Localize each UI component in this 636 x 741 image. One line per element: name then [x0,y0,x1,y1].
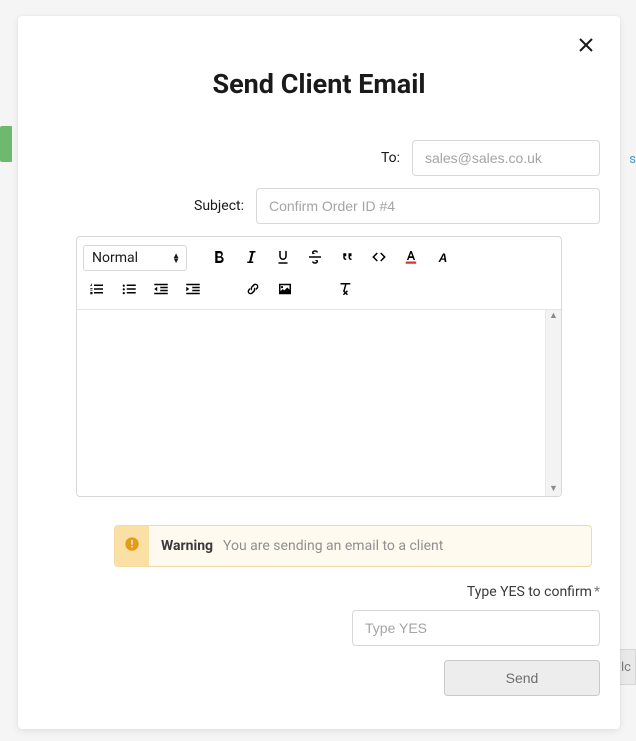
bullet-list-button[interactable] [115,277,143,303]
underline-icon [274,248,292,269]
text-color-icon [402,248,420,269]
subject-label: Subject: [194,198,244,214]
warning-label: Warning [161,538,213,554]
chevron-updown-icon: ▲▼ [172,253,180,263]
confirm-input[interactable] [352,610,600,646]
modal-title: Send Client Email [38,68,600,100]
warning-icon [124,536,140,556]
subject-input[interactable] [256,188,600,224]
outdent-button[interactable] [147,277,175,303]
bold-button[interactable] [205,245,233,271]
editor-toolbar: Normal ▲▼ A [77,237,561,310]
editor-content-area[interactable] [77,310,545,496]
send-email-modal: Send Client Email To: Subject: Normal ▲▼ [18,16,620,729]
bullet-list-icon [120,280,138,301]
ordered-list-button[interactable] [83,277,111,303]
image-button[interactable] [271,277,299,303]
code-button[interactable] [365,245,393,271]
to-label: To: [381,150,400,166]
underline-button[interactable] [269,245,297,271]
quote-button[interactable] [333,245,361,271]
close-icon [578,37,594,56]
warning-message: You are sending an email to a client [223,538,443,554]
send-button[interactable]: Send [444,660,600,696]
ordered-list-icon [88,280,106,301]
bold-icon [210,248,228,269]
link-button[interactable] [239,277,267,303]
format-picker-value: Normal [92,250,138,266]
scroll-down-icon: ▼ [549,485,558,494]
clear-format-button[interactable] [331,277,359,303]
image-icon [276,280,294,301]
editor-scrollbar[interactable]: ▲ ▼ [545,310,561,496]
indent-icon [184,280,202,301]
confirm-label: Type YES to confirm* [467,584,600,600]
strikethrough-icon [306,248,324,269]
to-input[interactable] [412,140,600,176]
italic-icon [242,248,260,269]
format-picker[interactable]: Normal ▲▼ [83,245,187,271]
outdent-icon [152,280,170,301]
background-stub [0,126,12,162]
text-color-button[interactable] [397,245,425,271]
link-icon [244,280,262,301]
strike-button[interactable] [301,245,329,271]
background-link-fragment: s [629,152,636,167]
italic-button[interactable] [237,245,265,271]
quote-icon [338,248,356,269]
indent-button[interactable] [179,277,207,303]
code-icon [370,248,388,269]
highlight-button[interactable]: A [429,245,457,271]
clear-format-icon [336,280,354,301]
scroll-up-icon: ▲ [549,312,558,321]
warning-banner: Warning You are sending an email to a cl… [114,525,592,567]
close-button[interactable] [572,32,600,60]
rich-text-editor: Normal ▲▼ A [76,236,562,497]
